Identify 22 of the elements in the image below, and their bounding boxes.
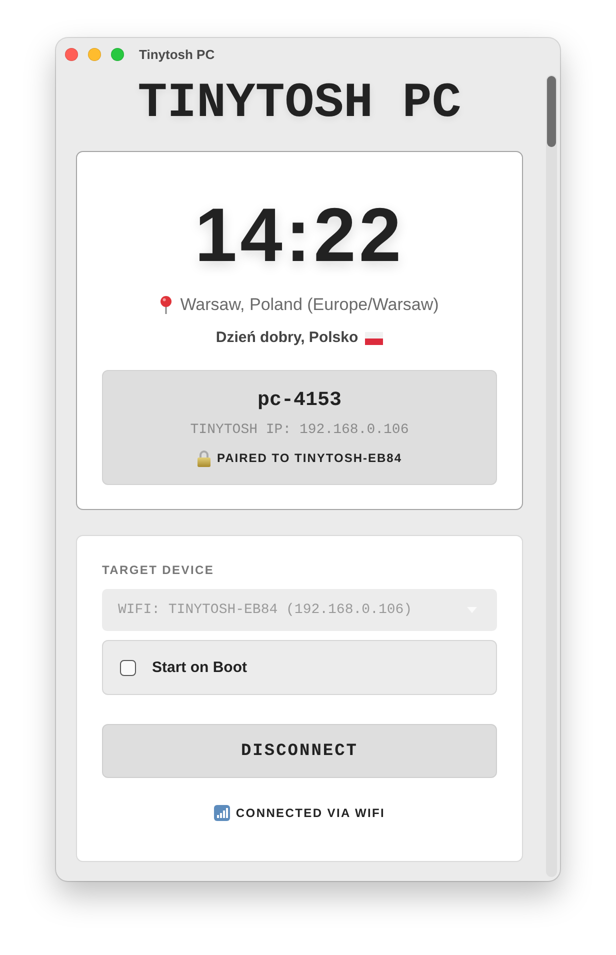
zoom-button[interactable] bbox=[111, 48, 124, 60]
pin-icon bbox=[160, 296, 172, 314]
close-button[interactable] bbox=[65, 48, 78, 60]
device-name: pc-4153 bbox=[257, 389, 342, 413]
flag-icon bbox=[365, 332, 384, 344]
start-on-boot-checkbox[interactable] bbox=[120, 660, 136, 676]
connection-status: CONNECTED VIA WIFI bbox=[236, 805, 386, 822]
checkbox-label[interactable]: Start on Boot bbox=[152, 659, 247, 676]
window-title: Tinytosh PC bbox=[139, 46, 215, 62]
greeting-text: Dzień dobry, Polsko bbox=[216, 328, 358, 348]
clock-time: 14:22 bbox=[194, 198, 404, 274]
signal-icon bbox=[214, 805, 230, 821]
padlock-icon bbox=[196, 450, 211, 466]
device-ip: TINYTOSH IP: 192.168.0.106 bbox=[190, 421, 409, 439]
pairing-status: PAIRED TO TINYTOSH-EB84 bbox=[216, 450, 402, 467]
scrollbar-track[interactable] bbox=[546, 75, 557, 877]
scrollbar-thumb[interactable] bbox=[547, 76, 556, 147]
minimize-button[interactable] bbox=[88, 48, 101, 60]
app-title: TINYTOSH PC bbox=[138, 75, 462, 131]
target-device-label: TARGET DEVICE bbox=[102, 563, 216, 577]
disconnect-button[interactable]: DISCONNECT bbox=[102, 724, 497, 778]
location-text: Warsaw, Poland (Europe/Warsaw) bbox=[180, 295, 439, 315]
